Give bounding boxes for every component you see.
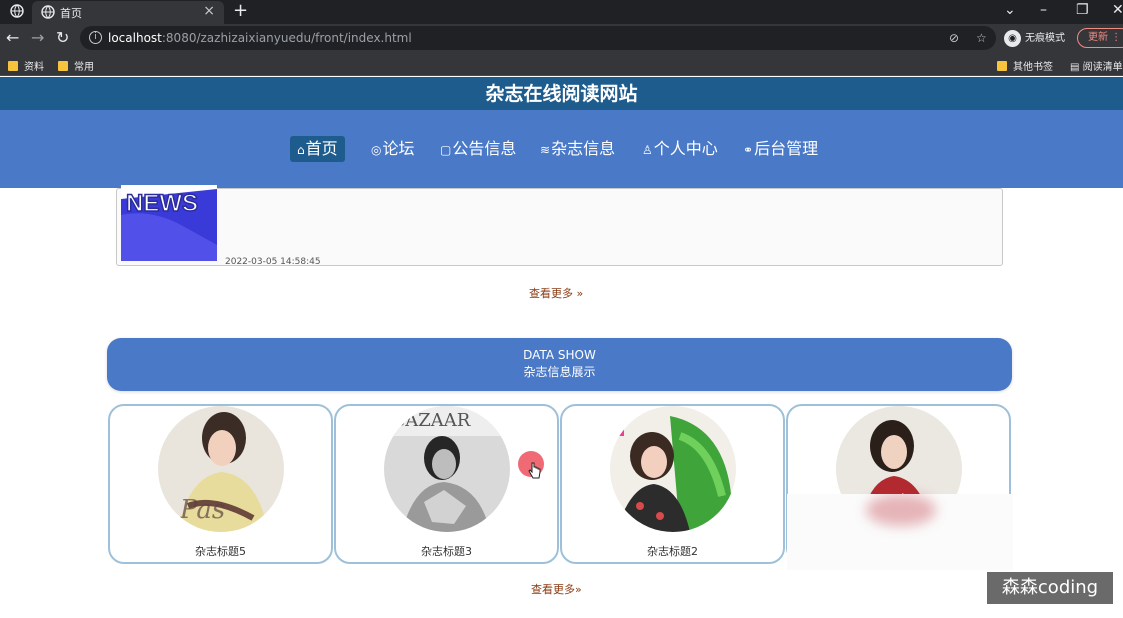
magazine-title: 杂志标题3 [421,545,472,558]
view-more-news-link[interactable]: 查看更多 » [529,285,583,301]
magazine-card[interactable]: 杂志标题2 [560,404,785,564]
cover-image: Pas [158,406,284,532]
chevron-down-icon[interactable]: ⌄ [1004,2,1016,18]
eye-off-icon[interactable]: ⊘ [949,31,959,45]
nav-forum[interactable]: ◎论坛 [364,136,422,162]
user-icon: ♙ [642,143,653,157]
home-icon: ⌂ [297,143,305,157]
folder-icon [8,61,18,71]
close-window-icon[interactable]: ✕ [1112,2,1123,18]
incognito-icon: ◉ [1004,29,1021,47]
restore-icon[interactable]: ❐ [1076,2,1089,18]
close-icon[interactable]: × [203,3,215,19]
browser-tab[interactable]: 首页 × [32,1,224,24]
new-tab-icon[interactable]: + [233,0,248,21]
svg-text:NEWS: NEWS [126,190,198,217]
magazine-cover[interactable]: BAZAAR [384,406,510,532]
notice-icon: ▢ [440,143,452,157]
main-nav: ⌂首页 ◎论坛 ▢公告信息 ≋杂志信息 ♙个人中心 ⚭后台管理 [0,110,1123,188]
globe-icon [41,5,55,19]
update-button[interactable]: 更新 ⋮ [1077,28,1123,48]
forum-icon: ◎ [371,143,382,157]
magazine-card[interactable]: BAZAAR 杂志标题3 [334,404,559,564]
overlay-patch [866,494,936,526]
section-title-cn: 杂志信息展示 [523,365,596,379]
nav-user-center[interactable]: ♙个人中心 [635,136,725,162]
folder-icon [58,61,68,71]
browser-toolbar: ← → ↻ i localhost:8080/zazhizaixianyuedu… [0,24,1123,52]
magazine-card[interactable]: Pas 杂志标题5 [108,404,333,564]
browser-tab-strip: 首页 × + ⌄ – ❐ ✕ [0,0,1123,24]
cover-image: BAZAAR [384,406,510,532]
nav-magazine[interactable]: ≋杂志信息 [533,136,622,162]
section-title-en: DATA SHOW [523,348,596,362]
folder-icon [997,61,1007,71]
reload-icon[interactable]: ↻ [56,28,69,47]
news-thumbnail[interactable]: NEWS [121,185,217,261]
globe-icon [10,4,24,18]
bookmark-folder[interactable]: 其他书签 [997,58,1053,73]
cover-image [610,406,736,532]
star-icon[interactable]: ☆ [976,31,987,45]
view-more-magazines-link[interactable]: 查看更多» [531,581,582,597]
news-image: NEWS [121,185,217,261]
minimize-icon[interactable]: – [1040,2,1047,18]
bookmark-folder[interactable]: 资料 [8,58,44,73]
site-title: 杂志在线阅读网站 [0,77,1123,111]
bookmarks-bar: 资料 常用 其他书签 ▤ 阅读清单 [0,52,1123,76]
hand-cursor-icon [528,462,541,479]
link-icon: ⚭ [743,143,754,157]
tab-title: 首页 [60,7,82,20]
reading-list[interactable]: ▤ 阅读清单 [1070,58,1123,73]
section-banner: DATA SHOW 杂志信息展示 [107,338,1012,391]
nav-home[interactable]: ⌂首页 [290,136,345,162]
news-date: 2022-03-05 14:58:45 [225,257,321,267]
watermark: 森森coding [987,572,1113,604]
magazine-cover[interactable] [610,406,736,532]
url-text: localhost:8080/zazhizaixianyuedu/front/i… [108,31,412,45]
address-bar[interactable]: i localhost:8080/zazhizaixianyuedu/front… [80,26,996,50]
incognito-profile[interactable]: ◉ 无痕模式 [1004,29,1065,47]
back-icon[interactable]: ← [6,28,19,47]
news-item[interactable]: NEWS 2022-03-05 14:58:45 [116,185,1003,267]
svg-text:BAZAAR: BAZAAR [392,410,471,431]
list-icon: ≋ [540,143,551,157]
reading-list-icon: ▤ [1070,62,1083,73]
nav-admin[interactable]: ⚭后台管理 [736,136,825,162]
magazine-cover[interactable]: Pas [158,406,284,532]
info-icon[interactable]: i [89,31,102,44]
magazine-title: 杂志标题5 [195,545,246,558]
svg-text:Pas: Pas [179,495,225,525]
magazine-title: 杂志标题2 [647,545,698,558]
forward-icon[interactable]: → [31,28,44,47]
bookmark-folder[interactable]: 常用 [58,58,94,73]
nav-notice[interactable]: ▢公告信息 [433,136,523,162]
